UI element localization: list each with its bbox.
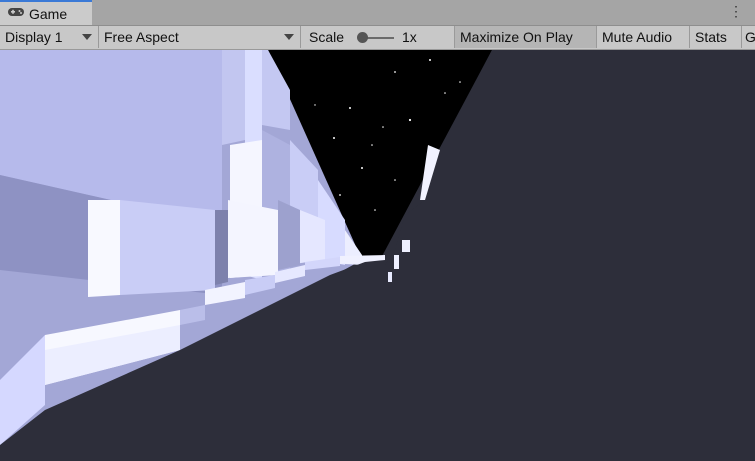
scale-control: Scale 1x xyxy=(301,26,455,48)
scale-label: Scale xyxy=(309,29,345,45)
game-scene xyxy=(0,50,755,461)
gamepad-icon xyxy=(7,5,25,23)
tab-strip: Game ⋮ xyxy=(0,0,755,26)
stats-label: Stats xyxy=(695,29,727,45)
mute-audio-toggle[interactable]: Mute Audio xyxy=(597,26,690,48)
game-viewport[interactable] xyxy=(0,50,755,461)
maximize-on-play-toggle[interactable]: Maximize On Play xyxy=(455,26,597,48)
chevron-down-icon xyxy=(284,34,294,40)
display-dropdown[interactable]: Display 1 xyxy=(0,26,99,48)
more-options-icon[interactable]: ⋮ xyxy=(729,3,743,19)
chevron-down-icon xyxy=(82,34,92,40)
mute-audio-label: Mute Audio xyxy=(602,29,673,45)
tab-game-label: Game xyxy=(29,5,68,22)
aspect-dropdown[interactable]: Free Aspect xyxy=(99,26,301,48)
gizmos-label: G xyxy=(745,29,755,45)
scale-slider-knob[interactable] xyxy=(357,32,368,43)
display-dropdown-label: Display 1 xyxy=(5,29,63,45)
maximize-on-play-label: Maximize On Play xyxy=(460,29,573,45)
aspect-dropdown-label: Free Aspect xyxy=(104,29,179,45)
scale-value: 1x xyxy=(402,29,417,45)
game-toolbar: Display 1 Free Aspect Scale 1x Maximize … xyxy=(0,26,755,50)
stats-toggle[interactable]: Stats xyxy=(690,26,742,48)
gizmos-toggle[interactable]: G xyxy=(742,26,755,48)
tab-game[interactable]: Game xyxy=(0,0,92,25)
